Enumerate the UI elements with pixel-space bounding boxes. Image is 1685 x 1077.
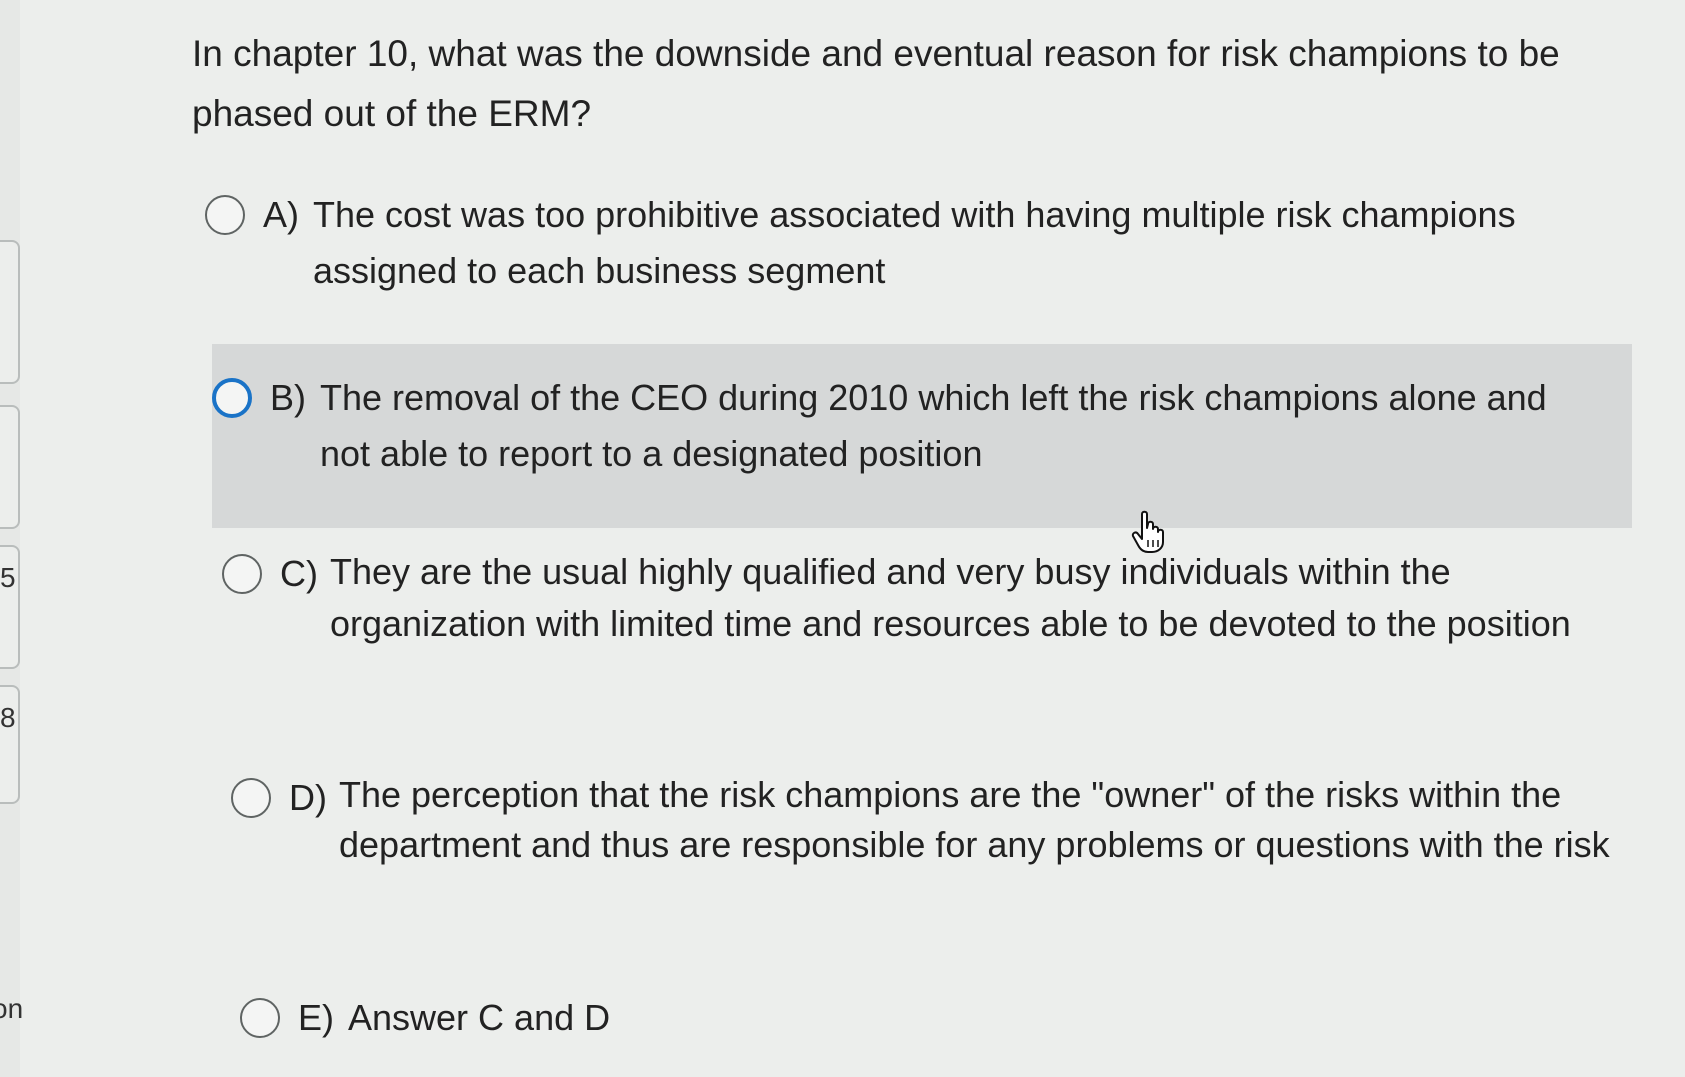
radio-button-c[interactable] [222, 554, 262, 594]
option-d[interactable]: D) The perception that the risk champion… [231, 770, 1641, 870]
option-letter: D) [289, 777, 327, 818]
sidebar-tab[interactable] [0, 240, 20, 384]
option-text: They are the usual highly qualified and … [330, 551, 1571, 644]
radio-button-a[interactable] [205, 195, 245, 235]
sidebar-fragment: 8 [0, 702, 16, 733]
option-a[interactable]: A) The cost was too prohibitive associat… [205, 187, 1625, 299]
option-letter: E) [298, 997, 334, 1038]
sidebar-tab[interactable] [0, 405, 20, 529]
option-b[interactable]: B) The removal of the CEO during 2010 wh… [212, 370, 1612, 482]
radio-button-b[interactable] [212, 378, 252, 418]
option-letter: B) [270, 377, 306, 418]
option-letter: A) [263, 194, 299, 235]
option-text: The cost was too prohibitive associated … [313, 194, 1516, 291]
radio-button-e[interactable] [240, 998, 280, 1038]
option-text: The perception that the risk champions a… [339, 774, 1610, 865]
option-e[interactable]: E) Answer C and D [240, 990, 1040, 1046]
left-sidebar: 5 8 on [0, 0, 24, 1077]
question-text: In chapter 10, what was the downside and… [192, 33, 1560, 134]
radio-button-d[interactable] [231, 778, 271, 818]
option-c[interactable]: C) They are the usual highly qualified a… [222, 546, 1622, 650]
sidebar-fragment: 5 [0, 562, 16, 593]
option-text: Answer C and D [348, 997, 611, 1038]
option-letter: C) [280, 553, 318, 594]
hand-pointer-icon [1131, 510, 1164, 553]
option-text: The removal of the CEO during 2010 which… [320, 377, 1547, 474]
sidebar-fragment: on [0, 993, 24, 1024]
